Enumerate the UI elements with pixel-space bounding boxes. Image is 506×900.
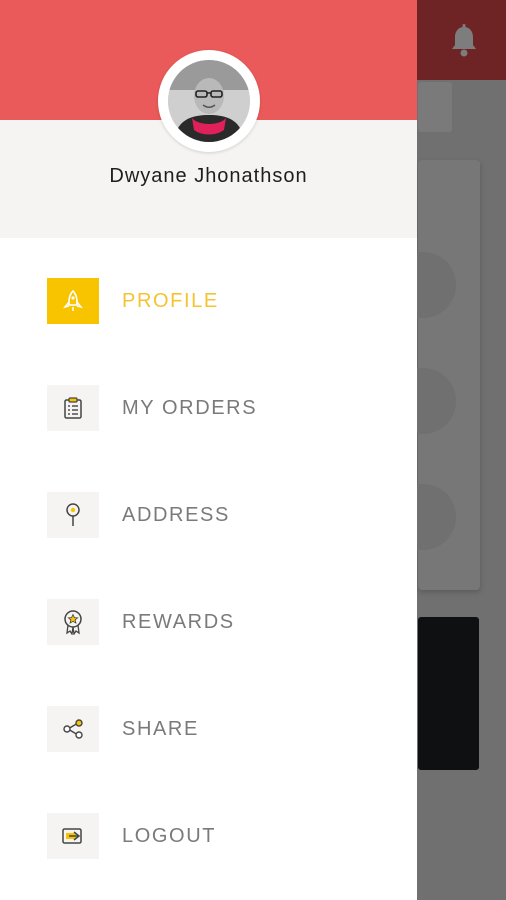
award-badge-icon xyxy=(47,599,99,645)
menu-item-address[interactable]: ADDRESS xyxy=(0,480,417,550)
menu-item-my-orders[interactable]: MY ORDERS xyxy=(0,373,417,443)
navigation-drawer: Dwyane Jhonathson PROFILE MY ORDERS ADDR… xyxy=(0,0,417,900)
avatar[interactable] xyxy=(168,60,250,142)
menu-label-my-orders: MY ORDERS xyxy=(122,397,258,419)
location-pin-icon xyxy=(47,492,99,538)
background-content-card xyxy=(390,160,480,590)
logout-icon xyxy=(47,813,99,859)
rocket-icon xyxy=(47,278,99,324)
user-name: Dwyane Jhonathson xyxy=(109,165,308,187)
menu-label-address: ADDRESS xyxy=(122,504,230,526)
menu-label-share: SHARE xyxy=(122,718,199,740)
menu-label-profile: PROFILE xyxy=(122,290,219,312)
menu-item-profile[interactable]: PROFILE xyxy=(0,266,417,336)
menu-item-share[interactable]: SHARE xyxy=(0,694,417,764)
background-search-card xyxy=(418,82,452,132)
menu-item-logout[interactable]: LOGOUT xyxy=(0,801,417,871)
menu-label-rewards: REWARDS xyxy=(122,611,235,633)
menu-item-rewards[interactable]: REWARDS xyxy=(0,587,417,657)
share-icon xyxy=(47,706,99,752)
background-dark-banner xyxy=(418,617,479,770)
bell-icon[interactable] xyxy=(449,24,479,58)
clipboard-icon xyxy=(47,385,99,431)
menu-label-logout: LOGOUT xyxy=(122,825,217,847)
